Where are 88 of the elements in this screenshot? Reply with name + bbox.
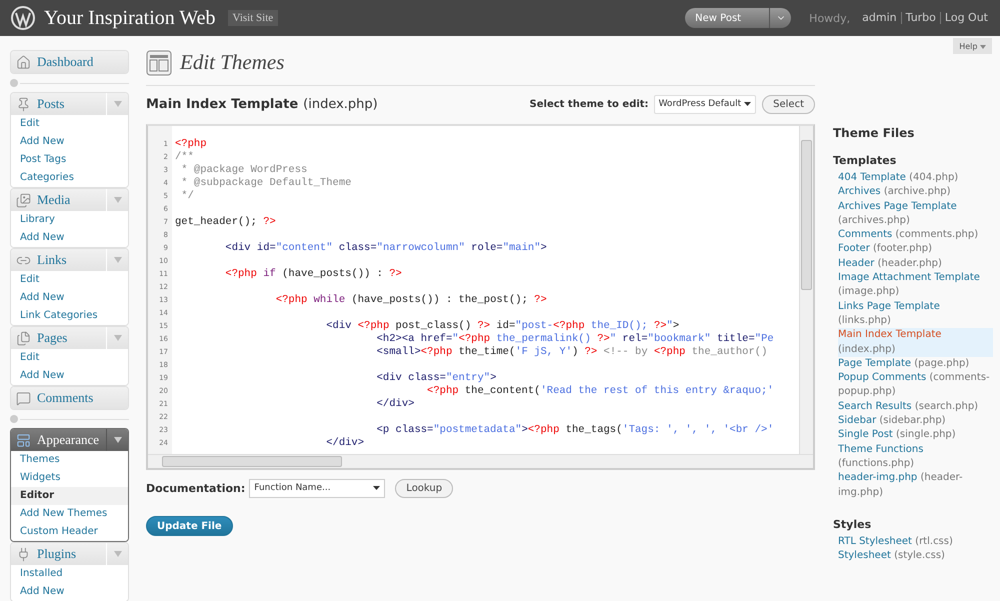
submenu-item[interactable]: Add New [11,367,128,385]
caret-icon [373,486,380,490]
theme-file-link[interactable]: Links Page Template (links.php) [838,300,993,328]
menu-link[interactable]: Dashboard [11,54,128,70]
new-post-control[interactable]: New Post [685,8,792,28]
photos-icon [16,192,31,208]
code-line: * @subpackage Default_Theme [180,177,352,190]
code-editor[interactable] [146,124,815,470]
house-icon [16,54,31,70]
submenu-item[interactable]: Add New [11,229,128,247]
greeting-text: Howdy, [809,12,850,24]
code-line: <?php the_content('Read the rest of this entry &raquo;' [426,385,775,398]
menu-link[interactable]: Links [11,252,106,268]
code-line: <p class="postmetadata"><?php the_tags('Tags: ', ', ', '<br />' [376,424,775,437]
code-line: <?php if (have_posts()) : ?> [224,268,403,281]
submenu-item[interactable]: Link Categories [11,307,128,325]
theme-file-link[interactable]: 404 Template (404.php) [838,171,993,186]
theme-file-link[interactable]: Stylesheet (style.css) [838,549,993,564]
code-line: <h2><a href="<?php the_permalink() ?>" rel="bookmark" title="Pe [376,333,775,346]
pages-icon [16,330,31,346]
theme-file-link[interactable]: Page Template (page.php) [838,356,993,372]
theme-files-title: Theme Files [833,126,916,140]
new-post-button[interactable]: New Post [685,8,770,28]
code-line: /** [175,151,195,164]
layout-icon [146,50,172,76]
code-line: <?php [175,138,208,151]
theme-label: Select theme to edit: [530,98,649,110]
header-link[interactable]: Turbo [900,12,940,24]
theme-file-link[interactable]: Sidebar (sidebar.php) [838,414,993,428]
menu-link[interactable]: Media [11,192,106,208]
function-dropdown[interactable]: Function Name... [249,478,386,498]
submenu-item[interactable]: Add New [11,583,128,601]
collapse-icon[interactable] [10,79,18,87]
theme-file-link[interactable]: RTL Stylesheet (rtl.css) [838,534,993,550]
site-title: Your Inspiration Web [44,6,216,30]
select-button[interactable]: Select [762,94,815,114]
collapse-icon[interactable] [10,415,18,423]
theme-file-link[interactable]: Theme Functions (functions.php) [838,442,993,472]
horizontal-scrollbar[interactable] [148,454,813,468]
documentation-label: Documentation: [146,482,246,494]
theme-file-link[interactable]: Archives (archive.php) [838,185,993,200]
submenu-item[interactable]: Categories [11,169,128,187]
code-line: <?php while (have_posts()) : the_post(); ?> [274,294,548,307]
theme-file-link[interactable]: Image Attachment Template (image.php) [838,271,993,300]
menu-link[interactable]: Comments [11,390,128,406]
lookup-button[interactable]: Lookup [395,478,454,498]
theme-file-link[interactable]: Main Index Template (index.php) [838,328,993,357]
page-title: Edit Themes [180,50,284,75]
menu-link[interactable]: Plugins [11,546,106,562]
code-line: <div id="content" class="narrowcolumn" role="main"> [224,242,548,255]
theme-file-link[interactable]: Search Results (search.php) [838,400,993,414]
menu-link[interactable]: Appearance [11,432,106,448]
file-name: (index.php) [303,96,378,112]
header-link[interactable]: Log Out [940,12,992,24]
update-file-button[interactable]: Update File [146,516,233,536]
submenu-item[interactable]: Custom Header [11,523,128,541]
theme-file-link[interactable]: Footer (footer.php) [838,242,993,257]
pushpin-icon [16,96,31,112]
code-line: </div> [376,398,416,411]
theme-file-link[interactable]: Comments (comments.php) [838,228,993,242]
code-line: * @package WordPress [180,164,308,177]
code-line: </div> [325,437,366,450]
code-line: <div class="entry"> [376,372,498,385]
caret-icon [980,44,986,48]
submenu-item[interactable]: Editor [11,487,128,505]
theme-file-link[interactable]: Single Post (single.php) [838,428,993,443]
theme-file-link[interactable]: Header (header.php) [838,256,993,272]
code-line: get_header(); ?> [175,216,277,229]
caret-icon [744,102,752,106]
visit-site-link[interactable]: Visit Site [228,10,278,26]
file-title: Main Index Template [146,96,298,112]
theme-file-link[interactable]: Popup Comments (comments-popup.php) [838,371,993,400]
code-line: */ [180,190,195,203]
menu-link[interactable]: Posts [11,96,106,112]
user-link[interactable]: admin [858,12,901,24]
code-line: <div <?php post_class() ?> id="post-<?php the_ID(); ?>"> [325,320,680,333]
vertical-scrollbar[interactable] [799,126,813,454]
theme-file-link[interactable]: header-img.php (header-img.php) [838,471,993,500]
menu-link[interactable]: Pages [11,330,106,346]
theme-dropdown[interactable]: WordPress Default [654,94,756,114]
layout-icon [16,432,31,448]
help-tab[interactable]: Help [953,38,992,54]
code-line: <small><?php the_time('F jS, Y') ?> <!-- by <?php the_author() [376,346,768,359]
logo-icon[interactable] [10,5,36,31]
file-group-title: Styles [833,518,872,531]
file-group-title: Templates [833,154,898,167]
theme-file-link[interactable]: Archives Page Template (archives.php) [838,200,993,228]
speech-bubble-icon [16,390,31,406]
